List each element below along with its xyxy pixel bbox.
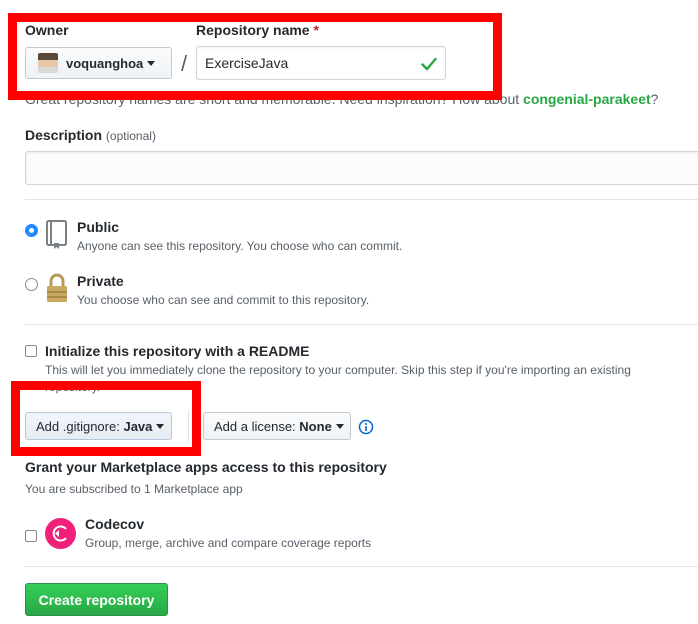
readme-description-cont: repository. [45,380,101,394]
hint-text: Great repository names are short and mem… [25,91,520,107]
divider [25,199,698,200]
hint-end: ? [650,91,659,107]
codecov-description: Group, merge, archive and compare covera… [85,536,372,550]
check-icon [421,57,437,71]
description-label: Description (optional) [25,127,156,143]
codecov-logo [45,518,76,549]
marketplace-subtitle: You are subscribed to 1 Marketplace app [25,482,243,496]
owner-dropdown[interactable]: voquanghoa [25,47,172,79]
public-radio[interactable] [25,224,38,237]
divider [25,566,698,567]
optional-tag: (optional) [105,129,156,143]
license-prefix: Add a license: [214,418,296,434]
chevron-down-icon [156,423,165,429]
avatar [38,53,58,73]
info-icon[interactable] [358,419,374,435]
license-dropdown[interactable]: Add a license: None [203,412,351,440]
codecov-checkbox[interactable] [25,530,37,542]
create-repository-button[interactable]: Create repository [25,583,168,616]
owner-repo-separator: / [181,51,188,76]
owner-label: Owner [25,22,69,38]
owner-name: voquanghoa [66,55,144,71]
private-radio[interactable] [25,278,38,291]
readme-checkbox[interactable] [25,345,37,357]
public-description: Anyone can see this repository. You choo… [77,239,403,253]
chevron-down-icon [335,423,344,429]
create-repository-label: Create repository [38,591,155,608]
description-input[interactable] [25,151,698,185]
public-title: Public [77,219,120,235]
description-label-text: Description [25,127,103,143]
lock-icon [47,273,67,302]
private-description: You choose who can see and commit to thi… [77,293,370,307]
readme-description: This will let you immediately clone the … [45,363,631,377]
license-value: None [299,418,332,434]
marketplace-title: Grant your Marketplace apps access to th… [25,459,387,475]
dropdown-separator [188,410,189,442]
readme-title: Initialize this repository with a README [45,343,310,359]
gitignore-prefix: Add .gitignore: [36,418,120,434]
repo-name-input[interactable]: ExerciseJava [196,46,446,80]
divider [25,324,698,325]
repo-name-value: ExerciseJava [205,55,289,71]
repo-name-hint: Great repository names are short and mem… [25,91,658,107]
repo-name-label-text: Repository name [196,22,310,38]
name-suggestion-link[interactable]: congenial-parakeet [523,91,651,107]
codecov-name: Codecov [85,516,145,532]
required-mark: * [313,22,319,38]
private-title: Private [77,273,124,289]
repo-icon [46,220,67,249]
chevron-down-icon [147,60,156,66]
gitignore-value: Java [123,418,153,434]
repo-name-label: Repository name * [196,22,319,38]
gitignore-dropdown[interactable]: Add .gitignore: Java [25,412,172,440]
